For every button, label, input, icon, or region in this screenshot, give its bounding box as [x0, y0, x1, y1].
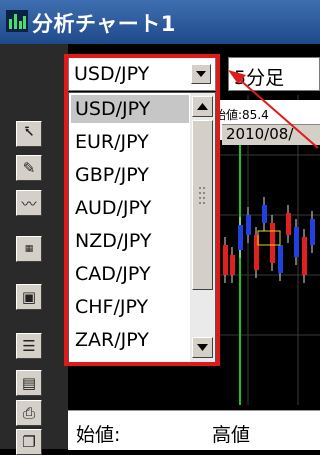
print-icon[interactable]: ⎙ — [16, 400, 42, 426]
dropdown-scrollbar[interactable] — [190, 93, 215, 362]
currency-pair-select[interactable]: USD/JPY — [68, 57, 216, 91]
app-icon — [6, 10, 28, 32]
currency-dropdown[interactable]: USD/JPY EUR/JPY GBP/JPY AUD/JPY NZD/JPY … — [68, 92, 216, 363]
candle-body — [302, 237, 307, 275]
scroll-down-button[interactable] — [192, 337, 213, 358]
copy-icon[interactable]: ❐ — [16, 429, 42, 455]
pencil-icon[interactable]: ✎ — [16, 155, 42, 181]
window-title: 分析チャート1 — [32, 12, 176, 36]
list-icon[interactable]: ☰ — [16, 333, 42, 359]
option-cad-jpy[interactable]: CAD/JPY — [71, 260, 189, 288]
scroll-thumb[interactable] — [192, 120, 213, 290]
candle-body — [278, 245, 283, 273]
candle-body — [238, 225, 243, 250]
chevron-up-icon — [197, 103, 208, 110]
option-eur-jpy[interactable]: EUR/JPY — [71, 128, 189, 156]
chevron-down-icon — [197, 344, 208, 351]
status-bar: 始値: 高値 — [68, 410, 320, 450]
candle-body — [262, 205, 267, 223]
window-icon[interactable]: ▣ — [16, 284, 42, 310]
scroll-up-button[interactable] — [192, 96, 213, 117]
high-label: 高値 — [212, 424, 251, 446]
candle-body — [223, 245, 228, 275]
option-aud-jpy[interactable]: AUD/JPY — [71, 194, 189, 222]
option-nzd-jpy[interactable]: NZD/JPY — [71, 227, 189, 255]
title-bar: 分析チャート1 — [0, 0, 320, 44]
left-toolbar: ⭶ ✎ 〰 ▦ ▣ ☰ ▤ ⎙ ❐ — [0, 44, 68, 455]
calendar-icon[interactable]: ▦ — [16, 236, 42, 262]
chevron-down-icon[interactable] — [191, 64, 211, 84]
candle-body — [294, 227, 299, 257]
currency-pair-value: USD/JPY — [74, 63, 150, 85]
grip-icon — [199, 187, 205, 204]
option-zar-jpy[interactable]: ZAR/JPY — [71, 326, 189, 354]
open-label: 始値: — [76, 424, 121, 446]
candle-body — [230, 255, 235, 275]
highlight-marker — [257, 230, 281, 246]
indicator-icon[interactable]: 〰 — [16, 190, 42, 216]
annotation-arrow — [228, 70, 319, 149]
candle-body — [246, 215, 251, 235]
candle-body — [270, 223, 275, 263]
cursor-icon[interactable]: ⭶ — [16, 121, 42, 147]
option-gbp-jpy[interactable]: GBP/JPY — [71, 161, 189, 189]
settings-icon[interactable]: ▤ — [16, 370, 42, 396]
option-chf-jpy[interactable]: CHF/JPY — [71, 293, 189, 321]
option-usd-jpy[interactable]: USD/JPY — [71, 95, 189, 123]
candle-body — [286, 213, 291, 235]
candle-body — [310, 219, 315, 245]
